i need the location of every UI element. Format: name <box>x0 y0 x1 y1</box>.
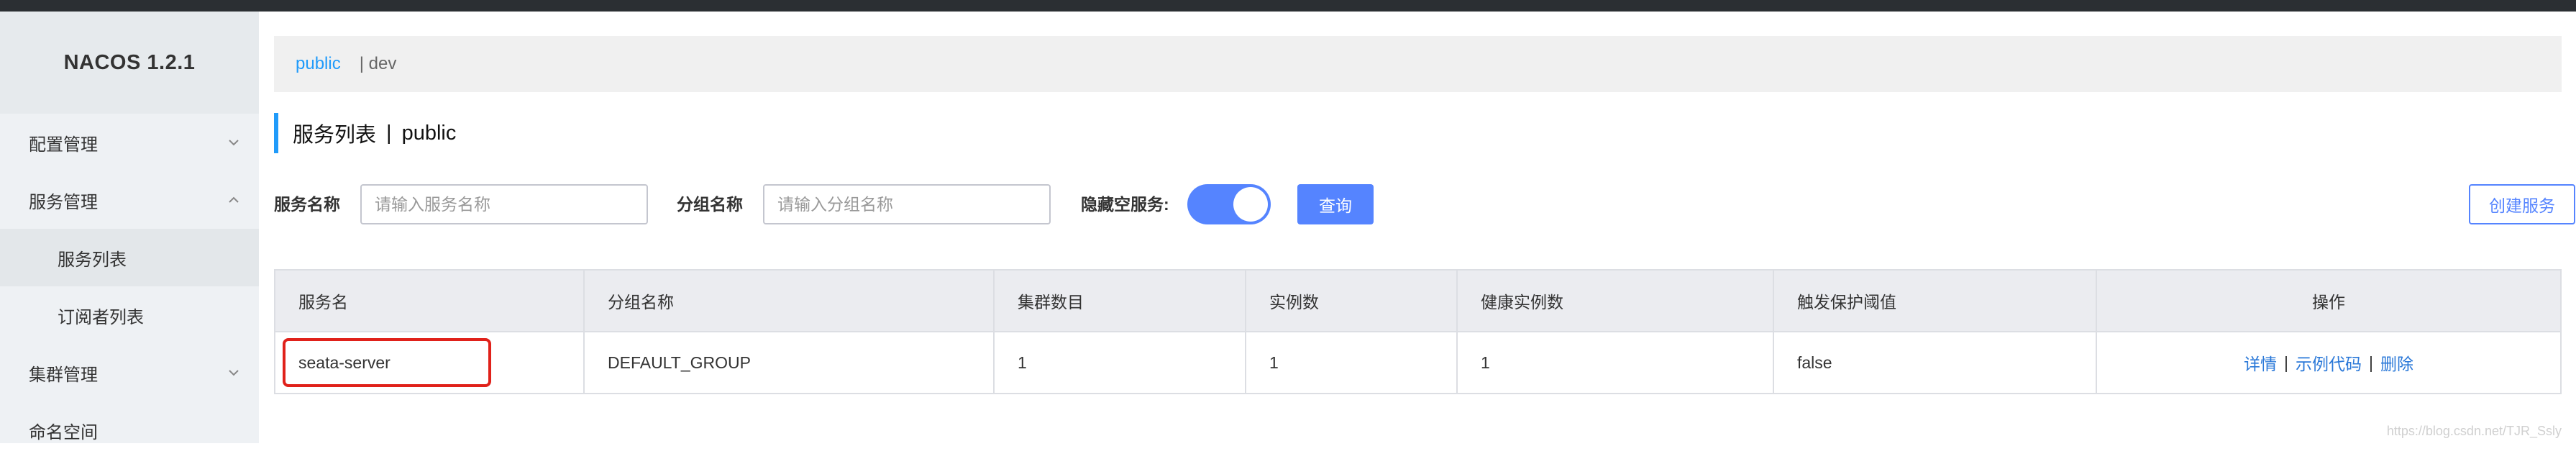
hide-empty-label: 隐藏空服务: <box>1081 195 1169 214</box>
sample-code-link[interactable]: 示例代码 <box>2296 350 2362 375</box>
namespace-public[interactable]: public <box>296 54 341 74</box>
header-cluster-count: 集群数目 <box>995 271 1246 331</box>
sidebar-subitem-subscriber-list[interactable]: 订阅者列表 <box>0 286 259 344</box>
sidebar-item-namespace[interactable]: 命名空间 <box>0 401 259 459</box>
header-healthy-count: 健康实例数 <box>1458 271 1774 331</box>
namespace-dev[interactable]: | dev <box>360 54 397 74</box>
group-name-label: 分组名称 <box>677 195 743 214</box>
chevron-down-icon <box>226 365 242 381</box>
page-title: 服务列表 | public <box>274 113 456 153</box>
app-title: NACOS 1.2.1 <box>0 12 259 114</box>
header-threshold: 触发保护阈值 <box>1774 271 2097 331</box>
cell-group-name: DEFAULT_GROUP <box>585 332 995 393</box>
chevron-down-icon <box>226 135 242 150</box>
header-service-name: 服务名 <box>275 271 585 331</box>
cell-threshold: false <box>1774 332 2097 393</box>
sidebar-subitem-service-list[interactable]: 服务列表 <box>0 229 259 286</box>
sidebar: NACOS 1.2.1 配置管理 服务管理 服务列表 订阅者列表 集群管理 命名… <box>0 12 259 443</box>
action-separator: | <box>2284 353 2288 372</box>
hide-empty-toggle[interactable] <box>1187 184 1271 224</box>
sidebar-item-label: 服务管理 <box>29 192 98 212</box>
chevron-up-icon <box>226 192 242 208</box>
sidebar-item-cluster[interactable]: 集群管理 <box>0 344 259 401</box>
query-button[interactable]: 查询 <box>1297 184 1374 224</box>
page-title-separator: | <box>386 121 392 145</box>
toggle-knob <box>1233 187 1268 222</box>
cell-healthy-count: 1 <box>1458 332 1774 393</box>
action-separator: | <box>2369 353 2373 372</box>
namespace-bar: public | dev <box>274 36 2562 92</box>
sidebar-item-config[interactable]: 配置管理 <box>0 114 259 171</box>
sidebar-item-label: 配置管理 <box>29 135 98 155</box>
top-bar <box>0 0 2576 12</box>
details-link[interactable]: 详情 <box>2244 350 2277 375</box>
service-table: 服务名 分组名称 集群数目 实例数 健康实例数 触发保护阈值 操作 seata-… <box>274 269 2562 394</box>
table-header: 服务名 分组名称 集群数目 实例数 健康实例数 触发保护阈值 操作 <box>275 271 2560 331</box>
service-name-label: 服务名称 <box>274 195 340 214</box>
watermark: https://blog.csdn.net/TJR_Ssly <box>2386 424 2562 438</box>
cell-instance-count: 1 <box>1246 332 1458 393</box>
header-instance-count: 实例数 <box>1246 271 1458 331</box>
service-name-input[interactable] <box>360 184 648 224</box>
filter-bar: 服务名称 分组名称 隐藏空服务: 查询 创建服务 <box>274 184 2575 227</box>
cell-service-name: seata-server <box>275 332 585 393</box>
header-group-name: 分组名称 <box>585 271 995 331</box>
sidebar-item-label: 集群管理 <box>29 365 98 385</box>
sidebar-item-label: 命名空间 <box>29 422 98 442</box>
group-name-input[interactable] <box>763 184 1051 224</box>
cell-cluster-count: 1 <box>995 332 1246 393</box>
cell-actions: 详情 | 示例代码 | 删除 <box>2097 332 2560 393</box>
sidebar-item-service[interactable]: 服务管理 <box>0 171 259 229</box>
table-row: seata-server DEFAULT_GROUP 1 1 1 false 详… <box>275 331 2560 393</box>
delete-link[interactable]: 删除 <box>2380 350 2413 375</box>
page-title-text: 服务列表 <box>293 124 377 147</box>
header-actions: 操作 <box>2312 293 2345 312</box>
highlight-box <box>283 338 491 387</box>
create-service-button[interactable]: 创建服务 <box>2469 184 2575 224</box>
page-title-namespace: public <box>401 121 457 145</box>
main-content: public | dev 服务列表 | public 服务名称 分组名称 隐藏空… <box>259 12 2576 443</box>
